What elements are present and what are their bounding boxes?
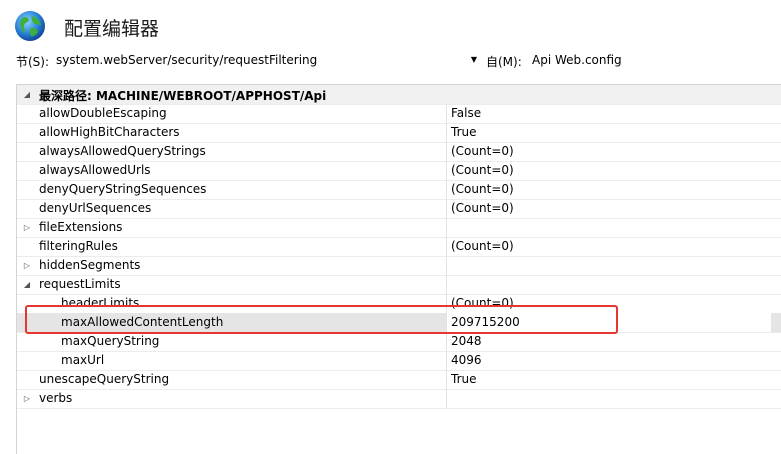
- table-row[interactable]: maxUrl 4096: [17, 351, 781, 371]
- highlight-box: [25, 305, 618, 334]
- window-header: 配置编辑器: [0, 0, 781, 46]
- property-name: maxQueryString: [61, 334, 160, 348]
- property-value[interactable]: (Count=0): [451, 239, 514, 253]
- table-row[interactable]: unescapeQueryString True: [17, 370, 781, 390]
- group-label: 最深路径: MACHINE/WEBROOT/APPHOST/Api: [39, 89, 327, 103]
- property-name: denyQueryStringSequences: [39, 182, 207, 196]
- property-name: alwaysAllowedUrls: [39, 163, 151, 177]
- table-row[interactable]: ▷ hiddenSegments: [17, 256, 781, 276]
- table-row[interactable]: allowDoubleEscaping False: [17, 104, 781, 124]
- property-name: fileExtensions: [39, 220, 123, 234]
- property-name: maxUrl: [61, 353, 105, 367]
- table-row[interactable]: ◢ requestLimits: [17, 275, 781, 295]
- property-value[interactable]: True: [451, 125, 477, 139]
- property-grid: ◢ 最深路径: MACHINE/WEBROOT/APPHOST/Api allo…: [16, 84, 781, 454]
- table-row[interactable]: ▷ fileExtensions: [17, 218, 781, 238]
- triangle-down-icon[interactable]: ◢: [20, 277, 34, 292]
- property-value[interactable]: 2048: [451, 334, 482, 348]
- property-name: verbs: [39, 391, 73, 405]
- property-value[interactable]: (Count=0): [451, 182, 514, 196]
- table-row[interactable]: alwaysAllowedQueryStrings (Count=0): [17, 142, 781, 162]
- table-row[interactable]: denyUrlSequences (Count=0): [17, 199, 781, 219]
- table-row[interactable]: denyQueryStringSequences (Count=0): [17, 180, 781, 200]
- section-toolbar: 节(S): system.webServer/security/requestF…: [0, 48, 781, 72]
- property-name: requestLimits: [39, 277, 121, 291]
- property-value[interactable]: (Count=0): [451, 163, 514, 177]
- property-name: unescapeQueryString: [39, 372, 170, 386]
- property-name: denyUrlSequences: [39, 201, 152, 215]
- triangle-right-icon[interactable]: ▷: [20, 391, 34, 406]
- property-name: alwaysAllowedQueryStrings: [39, 144, 206, 158]
- table-row[interactable]: allowHighBitCharacters True: [17, 123, 781, 143]
- triangle-right-icon[interactable]: ▷: [20, 258, 34, 273]
- property-name: allowHighBitCharacters: [39, 125, 180, 139]
- group-header[interactable]: ◢ 最深路径: MACHINE/WEBROOT/APPHOST/Api: [17, 85, 781, 105]
- section-label: 节(S):: [16, 55, 50, 69]
- table-row[interactable]: alwaysAllowedUrls (Count=0): [17, 161, 781, 181]
- property-name: filteringRules: [39, 239, 118, 253]
- table-row[interactable]: filteringRules (Count=0): [17, 237, 781, 257]
- table-row[interactable]: ▷ verbs: [17, 389, 781, 409]
- from-label: 自(M):: [486, 55, 522, 69]
- property-value[interactable]: True: [451, 372, 477, 386]
- section-select[interactable]: system.webServer/security/requestFilteri…: [56, 53, 317, 67]
- property-value[interactable]: 4096: [451, 353, 482, 367]
- property-name: hiddenSegments: [39, 258, 141, 272]
- triangle-down-icon[interactable]: ◢: [20, 87, 34, 102]
- dropdown-arrow-icon[interactable]: ▼: [467, 52, 481, 68]
- property-value[interactable]: False: [451, 106, 481, 120]
- property-value[interactable]: (Count=0): [451, 201, 514, 215]
- triangle-right-icon[interactable]: ▷: [20, 220, 34, 235]
- property-value[interactable]: (Count=0): [451, 144, 514, 158]
- table-row[interactable]: maxQueryString 2048: [17, 332, 781, 352]
- from-select[interactable]: Api Web.config: [532, 53, 622, 67]
- page-title: 配置编辑器: [64, 18, 160, 40]
- globe-icon: [15, 11, 45, 41]
- property-name: allowDoubleEscaping: [39, 106, 167, 120]
